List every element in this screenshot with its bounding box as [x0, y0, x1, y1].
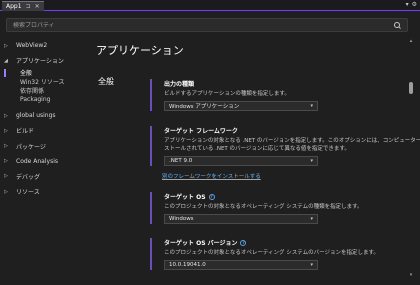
dropdown-value: Windows アプリケーション: [169, 104, 240, 110]
sidebar-item-webview2[interactable]: ▷ WebView2: [4, 40, 88, 51]
sidebar-subitem-dependencies[interactable]: 依存関係: [4, 86, 88, 95]
document-tab-strip: App1 ⊐ ✕ ▾ ⚙: [0, 0, 420, 11]
setting-description: このプロジェクトの対象となるオペレーティング システムのバージョンを指定します。: [164, 250, 379, 256]
chevron-right-icon: ▷: [4, 42, 8, 49]
sidebar-subitems: 全般 Win32 リソース 依存関係 Packaging: [4, 68, 88, 104]
output-type-dropdown[interactable]: Windows アプリケーション ▾: [164, 101, 318, 111]
chevron-down-icon: ◢: [4, 57, 8, 64]
setting-description-line: アプリケーションの対象となる .NET のバージョンを指定します。このオプション…: [164, 138, 420, 144]
sidebar-item-application[interactable]: ◢ アプリケーション: [4, 55, 88, 66]
scroll-up-icon[interactable]: ▴: [408, 38, 414, 44]
setting-target-os: ターゲット OS ? このプロジェクトの対象となるオペレーティング システムの種…: [150, 192, 363, 224]
setting-target-os-version: ターゲット OS バージョン ? このプロジェクトの対象となるオペレーティング …: [150, 238, 379, 270]
setting-title-text: ターゲット OS バージョン: [164, 240, 238, 247]
setting-title-text: 出力の種類: [164, 81, 195, 88]
sidebar-item-label: パッケージ: [16, 143, 46, 151]
chevron-right-icon: ▷: [4, 127, 8, 134]
sidebar-item-build[interactable]: ▷ ビルド: [4, 125, 88, 136]
sidebar-item-label: ビルド: [16, 128, 35, 136]
tab-overflow: ▾ ⚙: [406, 1, 417, 8]
close-icon[interactable]: ✕: [35, 3, 40, 10]
setting-title-text: ターゲット フレームワーク: [164, 128, 238, 135]
setting-title: ターゲット フレームワーク: [164, 126, 420, 135]
chevron-right-icon: ▷: [4, 188, 8, 195]
help-icon[interactable]: ?: [240, 239, 247, 246]
help-icon[interactable]: ?: [208, 193, 215, 200]
sidebar-item-resources[interactable]: ▷ リソース: [4, 186, 88, 197]
chevron-down-icon: ▾: [310, 103, 313, 109]
dropdown-value: 10.0.19041.0: [169, 262, 206, 268]
setting-description-line: ストールされている .NET のバージョンに応じて異なる値を指定できます。: [164, 146, 350, 152]
chevron-right-icon: ▷: [4, 158, 8, 165]
chevron-right-icon: ▷: [4, 112, 8, 119]
target-framework-dropdown[interactable]: .NET 9.0 ▾: [164, 156, 318, 166]
gear-icon[interactable]: ⚙: [412, 1, 417, 8]
tab-list-dropdown-icon[interactable]: ▾: [406, 1, 409, 8]
setting-title: ターゲット OS ?: [164, 192, 363, 201]
tab-title: App1: [6, 3, 22, 10]
setting-description: このプロジェクトの対象となるオペレーティング システムの種類を指定します。: [164, 204, 363, 210]
vertical-scrollbar[interactable]: ▴ ▾: [408, 38, 414, 278]
pin-icon[interactable]: ⊐: [26, 3, 31, 10]
sidebar-item-label: デバッグ: [16, 173, 41, 181]
chevron-down-icon: ▾: [310, 216, 313, 222]
sidebar-item-label: リソース: [16, 189, 40, 197]
scroll-down-icon[interactable]: ▾: [408, 272, 414, 278]
target-os-version-dropdown[interactable]: 10.0.19041.0 ▾: [164, 260, 318, 270]
sidebar-item-global-usings[interactable]: ▷ global usings: [4, 110, 88, 121]
setting-description: ビルドするアプリケーションの種類を指定します。: [164, 91, 290, 97]
sidebar: ▷ WebView2 ◢ アプリケーション 全般 Win32 リソース 依存関係…: [4, 40, 88, 201]
sidebar-item-label: global usings: [16, 112, 56, 120]
sidebar-item-label: アプリケーション: [16, 58, 64, 66]
sidebar-subitem-general[interactable]: 全般: [4, 68, 88, 77]
chevron-down-icon: ▾: [310, 158, 313, 164]
setting-title: ターゲット OS バージョン ?: [164, 238, 379, 247]
search-icon[interactable]: [394, 21, 401, 29]
setting-target-framework: ターゲット フレームワーク アプリケーションの対象となる .NET のバージョン…: [150, 126, 420, 166]
sidebar-item-label: Code Analysis: [16, 157, 58, 165]
dropdown-value: .NET 9.0: [169, 158, 193, 164]
search-bar: [6, 18, 408, 32]
setting-title: 出力の種類: [164, 79, 318, 88]
setting-description: アプリケーションの対象となる .NET のバージョンを指定します。このオプション…: [164, 137, 420, 153]
tab-app1[interactable]: App1 ⊐ ✕: [2, 1, 44, 11]
sidebar-item-label: WebView2: [16, 42, 48, 49]
sidebar-item-debug[interactable]: ▷ デバッグ: [4, 171, 88, 182]
chevron-right-icon: ▷: [4, 143, 8, 150]
section-title: 全般: [98, 77, 114, 86]
page-title: アプリケーション: [96, 44, 184, 57]
sidebar-item-package[interactable]: ▷ パッケージ: [4, 141, 88, 152]
scroll-thumb[interactable]: [409, 82, 413, 94]
install-framework-link[interactable]: 別のフレームワークをインストールする: [162, 172, 261, 180]
sidebar-subitem-packaging[interactable]: Packaging: [4, 95, 88, 104]
target-os-dropdown[interactable]: Windows ▾: [164, 214, 318, 224]
search-input[interactable]: [13, 21, 394, 29]
dropdown-value: Windows: [169, 216, 194, 222]
sidebar-subitem-win32-resources[interactable]: Win32 リソース: [4, 77, 88, 86]
sidebar-item-code-analysis[interactable]: ▷ Code Analysis: [4, 156, 88, 167]
chevron-right-icon: ▷: [4, 173, 8, 180]
setting-output-type: 出力の種類 ビルドするアプリケーションの種類を指定します。 Windows アプ…: [150, 79, 318, 111]
chevron-down-icon: ▾: [310, 262, 313, 268]
setting-title-text: ターゲット OS: [164, 194, 206, 201]
